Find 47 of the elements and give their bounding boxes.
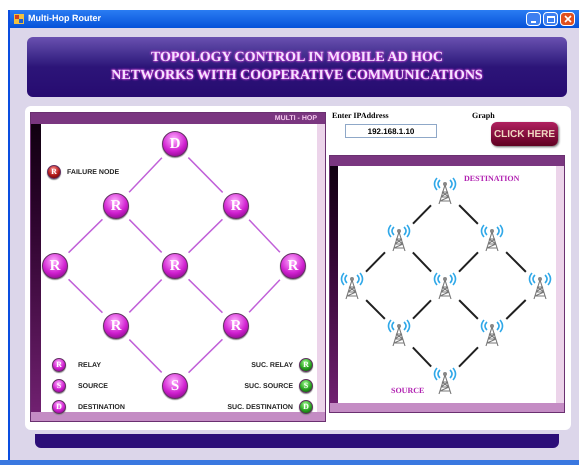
connector-line <box>365 299 386 320</box>
radio-tower-icon <box>386 224 412 252</box>
ip-address-field[interactable]: 192.168.1.10 <box>345 124 437 138</box>
connector-line <box>128 157 162 193</box>
connector-line <box>248 279 280 313</box>
radio-tower-icon <box>432 177 458 205</box>
connector-line <box>412 346 432 368</box>
field-label: Enter IPAddress <box>332 112 390 120</box>
close-icon <box>564 15 572 23</box>
connector-line <box>506 299 526 320</box>
connector-line <box>458 346 479 368</box>
banner-title: NETWORKS WITH COOPERATIVE COMMUNICATIONS <box>111 69 483 83</box>
connector-line <box>412 252 432 272</box>
radio-tower-icon <box>479 319 505 347</box>
graph-label: Graph <box>472 112 495 120</box>
app-icon <box>14 14 24 24</box>
connector-line <box>458 252 479 272</box>
graph-label: DESTINATION <box>464 175 520 183</box>
maximize-button[interactable] <box>543 12 558 26</box>
click-here-button[interactable]: CLICK HERE <box>491 122 558 146</box>
connector-line <box>505 251 527 273</box>
banner-title: TOPOLOGY CONTROL IN MOBILE AD HOC <box>150 51 444 65</box>
connector-line <box>188 157 224 193</box>
connector-line <box>188 338 223 374</box>
radio-tower-icon <box>432 367 458 395</box>
connector-line <box>68 218 103 254</box>
connector-line <box>68 278 103 314</box>
minimize-button[interactable] <box>526 12 541 26</box>
connector-line <box>458 204 479 225</box>
connector-line <box>188 278 223 314</box>
connector-line <box>412 300 432 320</box>
connector-line <box>365 252 386 272</box>
radio-tower-icon <box>386 319 412 347</box>
radio-tower-icon <box>527 272 553 300</box>
connector-line <box>128 339 162 373</box>
connector-line <box>128 219 162 253</box>
radio-tower-icon <box>339 272 365 300</box>
connector-line <box>412 204 432 224</box>
radio-tower-icon <box>432 272 458 300</box>
connector-line <box>188 218 223 254</box>
window-title: Multi-Hop Router <box>28 12 101 26</box>
graph-label: SOURCE <box>391 387 424 395</box>
connector-line <box>248 219 280 253</box>
connector-line <box>458 299 479 320</box>
connector-line <box>128 279 162 313</box>
radio-tower-icon <box>479 224 505 252</box>
close-button[interactable] <box>560 12 575 26</box>
